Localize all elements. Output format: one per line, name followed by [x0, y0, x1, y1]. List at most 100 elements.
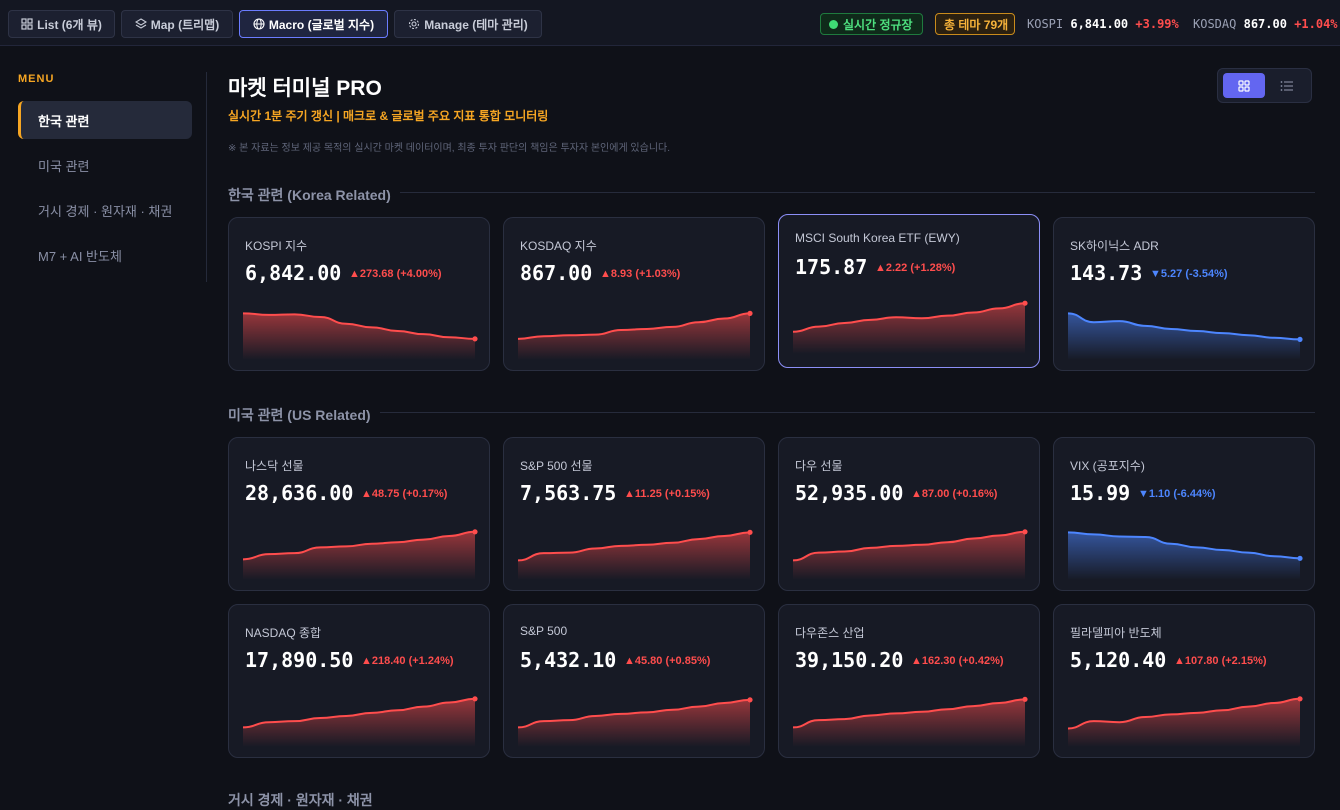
sidebar-item-label: 한국 관련	[38, 113, 90, 129]
grid-view-button[interactable]	[1223, 73, 1265, 98]
sidebar-item-m7-ai[interactable]: M7 + AI 반도체	[18, 236, 192, 274]
card-price: 52,935.00	[795, 481, 904, 505]
menu-title: MENU	[18, 73, 55, 85]
ticker-change: +1.04%	[1294, 17, 1338, 31]
sparkline	[242, 529, 478, 580]
gear-icon	[409, 18, 420, 30]
card-price: 6,842.00	[245, 261, 342, 285]
sparkline	[792, 300, 1028, 354]
sparkline	[792, 529, 1028, 580]
card-price: 7,563.75	[520, 481, 617, 505]
tab-map-label: Map (트리맵)	[150, 17, 220, 32]
card-price: 867.00	[520, 261, 593, 285]
market-card[interactable]: 필라델피아 반도체 5,120.40 ▲107.80 (+2.15%)	[1053, 604, 1315, 758]
ticker-name: KOSPI	[1027, 17, 1064, 31]
disclaimer-text: ※ 본 자료는 정보 제공 목적의 실시간 마켓 데이터이며, 최종 투자 판단…	[228, 143, 671, 154]
card-change: ▲107.80 (+2.15%)	[1174, 655, 1267, 667]
page-subtitle: 실시간 1분 주기 갱신 | 매크로 & 글로벌 주요 지표 통합 모니터링	[228, 109, 549, 123]
card-price: 28,636.00	[245, 481, 354, 505]
market-card[interactable]: VIX (공포지수) 15.99 ▼1.10 (-6.44%)	[1053, 437, 1315, 591]
market-card[interactable]: MSCI South Korea ETF (EWY) 175.87 ▲2.22 …	[778, 214, 1040, 368]
tab-list-label: List (6개 뷰)	[37, 17, 102, 32]
card-name: 다우존스 산업	[795, 626, 865, 640]
card-change: ▼1.10 (-6.44%)	[1138, 488, 1216, 500]
ticker-value: 6,841.00	[1070, 17, 1129, 31]
live-status-badge: 실시간 정규장	[820, 13, 923, 35]
sparkline-area	[243, 531, 475, 580]
card-price: 5,120.40	[1070, 648, 1167, 672]
market-card[interactable]: 다우존스 산업 39,150.20 ▲162.30 (+0.42%)	[778, 604, 1040, 758]
sparkline-end-dot	[1022, 529, 1028, 535]
card-name: 다우 선물	[795, 459, 843, 473]
list-view-button[interactable]	[1266, 73, 1308, 98]
ticker-change: +3.99%	[1135, 17, 1179, 31]
sparkline	[517, 697, 753, 747]
sparkline-area	[793, 303, 1025, 354]
sidebar-item-korea[interactable]: 한국 관련	[18, 101, 192, 139]
theme-count-label: 총 테마 79개	[944, 17, 1009, 32]
market-card[interactable]: S&P 500 5,432.10 ▲45.80 (+0.85%)	[503, 604, 765, 758]
sparkline	[517, 310, 753, 360]
card-name: MSCI South Korea ETF (EWY)	[795, 231, 960, 245]
tab-map[interactable]: Map (트리맵)	[121, 10, 233, 38]
sparkline-area	[793, 531, 1025, 580]
grid-icon	[1238, 79, 1250, 92]
card-change: ▲2.22 (+1.28%)	[875, 262, 956, 274]
card-name: 필라델피아 반도체	[1070, 626, 1162, 640]
card-name: NASDAQ 종합	[245, 626, 322, 640]
sparkline-end-dot	[1022, 696, 1028, 702]
card-change: ▼5.27 (-3.54%)	[1150, 268, 1228, 280]
ticker-value: 867.00	[1243, 17, 1287, 31]
card-name: SK하이닉스 ADR	[1070, 239, 1159, 253]
section-divider	[380, 412, 1315, 413]
market-card[interactable]: 나스닥 선물 28,636.00 ▲48.75 (+0.17%)	[228, 437, 490, 591]
sparkline-end-dot	[747, 697, 753, 703]
ticker-name: KOSDAQ	[1193, 17, 1237, 31]
card-change: ▲48.75 (+0.17%)	[361, 488, 448, 500]
card-change: ▲11.25 (+0.15%)	[624, 488, 710, 500]
sparkline-area	[518, 699, 750, 747]
tab-list[interactable]: List (6개 뷰)	[8, 10, 115, 38]
sidebar-item-label: 거시 경제 · 원자재 · 채권	[38, 203, 173, 219]
market-card[interactable]: KOSPI 지수 6,842.00 ▲273.68 (+4.00%)	[228, 217, 490, 371]
sidebar-item-label: 미국 관련	[38, 158, 90, 174]
sparkline	[792, 696, 1028, 747]
section-divider	[400, 192, 1315, 193]
market-card[interactable]: NASDAQ 종합 17,890.50 ▲218.40 (+1.24%)	[228, 604, 490, 758]
sparkline	[242, 696, 478, 747]
sparkline	[1067, 696, 1303, 747]
market-card[interactable]: S&P 500 선물 7,563.75 ▲11.25 (+0.15%)	[503, 437, 765, 591]
page-title: 마켓 터미널 PRO	[228, 77, 382, 100]
market-card[interactable]: SK하이닉스 ADR 143.73 ▼5.27 (-3.54%)	[1053, 217, 1315, 371]
sidebar-divider	[206, 72, 207, 282]
card-change: ▲45.80 (+0.85%)	[624, 655, 711, 667]
card-price: 39,150.20	[795, 648, 904, 672]
layers-icon	[134, 18, 147, 29]
ticker-kosdaq: KOSDAQ 867.00 +1.04%	[1193, 17, 1338, 31]
sparkline-end-dot	[1297, 555, 1303, 561]
tab-manage[interactable]: Manage (테마 관리)	[394, 10, 542, 38]
section-title-macro: 거시 경제 · 원자재 · 채권	[228, 792, 373, 808]
view-toggle	[1217, 68, 1312, 103]
card-name: KOSPI 지수	[245, 239, 308, 253]
sparkline-end-dot	[1297, 696, 1303, 702]
sparkline-end-dot	[1297, 336, 1303, 342]
sparkline-end-dot	[1022, 300, 1028, 306]
card-change: ▲8.93 (+1.03%)	[600, 268, 681, 280]
sidebar-item-macro[interactable]: 거시 경제 · 원자재 · 채권	[18, 191, 192, 229]
grid-icon	[21, 18, 33, 30]
tab-macro[interactable]: Macro (글로벌 지수)	[239, 10, 388, 38]
market-card[interactable]: KOSDAQ 지수 867.00 ▲8.93 (+1.03%)	[503, 217, 765, 371]
sidebar-item-us[interactable]: 미국 관련	[18, 146, 192, 184]
sparkline	[1067, 531, 1303, 580]
card-change: ▲273.68 (+4.00%)	[349, 268, 442, 280]
list-icon	[1280, 80, 1293, 91]
card-name: S&P 500 선물	[520, 459, 593, 473]
market-card[interactable]: 다우 선물 52,935.00 ▲87.00 (+0.16%)	[778, 437, 1040, 591]
section-title-us: 미국 관련 (US Related)	[228, 407, 371, 423]
sidebar-item-label: M7 + AI 반도체	[38, 248, 122, 264]
card-price: 17,890.50	[245, 648, 354, 672]
sparkline	[517, 529, 753, 580]
sparkline	[242, 312, 478, 360]
sparkline-end-dot	[472, 696, 478, 702]
